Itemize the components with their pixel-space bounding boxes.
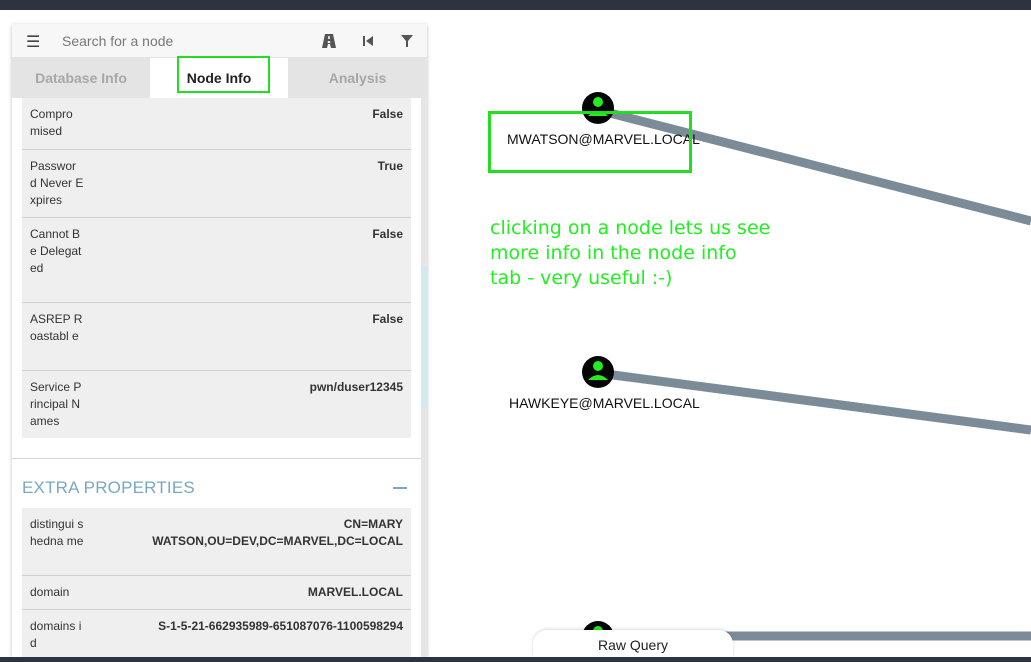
tab-analysis[interactable]: Analysis [288, 58, 427, 98]
property-value: S-1-5-21-662935989-651087076-1100598294 [158, 619, 403, 633]
property-value: False [372, 107, 403, 121]
property-key: Cannot Be Delegat ed [30, 227, 82, 275]
tab-highlight-box [177, 56, 270, 93]
node-label-hawkeye[interactable]: HAWKEYE@MARVEL.LOCAL [509, 395, 700, 411]
properties-table: Compro mised False Passwor d Never Expir… [22, 98, 411, 438]
property-value: True [377, 159, 403, 173]
collapse-icon[interactable] [393, 487, 407, 489]
scrollbar-thumb[interactable] [421, 266, 427, 408]
search-bar: ☰ [12, 24, 427, 58]
scrollbar[interactable] [421, 98, 427, 657]
property-value: False [372, 312, 403, 326]
property-value: pwn/duser12345 [309, 380, 403, 394]
table-row: Passwor d Never Expires True [22, 150, 411, 218]
annotation-line: more info in the node info [490, 242, 737, 264]
table-row: domain MARVEL.LOCAL [22, 576, 411, 610]
bottom-bar [0, 657, 1031, 662]
property-key: Service Principal Names [30, 380, 82, 428]
section-divider [12, 458, 421, 459]
extra-properties-title: EXTRA PROPERTIES [22, 478, 195, 497]
annotation-highlight-box [488, 111, 692, 173]
filter-icon[interactable] [398, 32, 416, 50]
table-row: Cannot Be Delegat ed False [22, 218, 411, 303]
property-value: CN=MARY WATSON,OU=DEV,DC=MARVEL,DC=LOCAL [152, 517, 403, 548]
raw-query-button[interactable]: Raw Query [533, 630, 733, 657]
hamburger-icon[interactable]: ☰ [26, 32, 40, 52]
property-key: distingui shedna me [30, 517, 84, 548]
annotation-text: clicking on a node lets us see more info… [490, 216, 770, 291]
extra-properties-table: distingui shedna me CN=MARY WATSON,OU=DE… [22, 508, 411, 657]
road-icon[interactable] [320, 32, 338, 50]
property-key: ASREP Roastabl e [30, 312, 83, 343]
tab-database-info[interactable]: Database Info [12, 58, 150, 98]
property-value: MARVEL.LOCAL [307, 585, 403, 599]
table-row: ASREP Roastabl e False [22, 303, 411, 371]
search-input[interactable] [62, 30, 302, 52]
node-info-content[interactable]: Compro mised False Passwor d Never Expir… [12, 98, 421, 657]
property-value: False [372, 227, 403, 241]
top-bar [0, 0, 1031, 10]
property-key: Compro mised [30, 107, 73, 138]
property-key: domain [30, 585, 70, 599]
table-row: distingui shedna me CN=MARY WATSON,OU=DE… [22, 508, 411, 576]
annotation-line: clicking on a node lets us see [490, 217, 771, 239]
property-key: domains id [30, 619, 82, 650]
property-key: Passwor d Never Expires [30, 159, 84, 207]
skip-back-icon[interactable] [359, 32, 377, 50]
user-node-hawkeye[interactable] [582, 356, 614, 388]
annotation-line: tab - very useful :-) [490, 267, 673, 289]
side-panel: ☰ Database Info Node Info Analysis Compr… [12, 24, 427, 657]
table-row: Compro mised False [22, 98, 411, 150]
table-row: domains id S-1-5-21-662935989-651087076-… [22, 610, 411, 657]
table-row: Service Principal Names pwn/duser12345 [22, 371, 411, 438]
